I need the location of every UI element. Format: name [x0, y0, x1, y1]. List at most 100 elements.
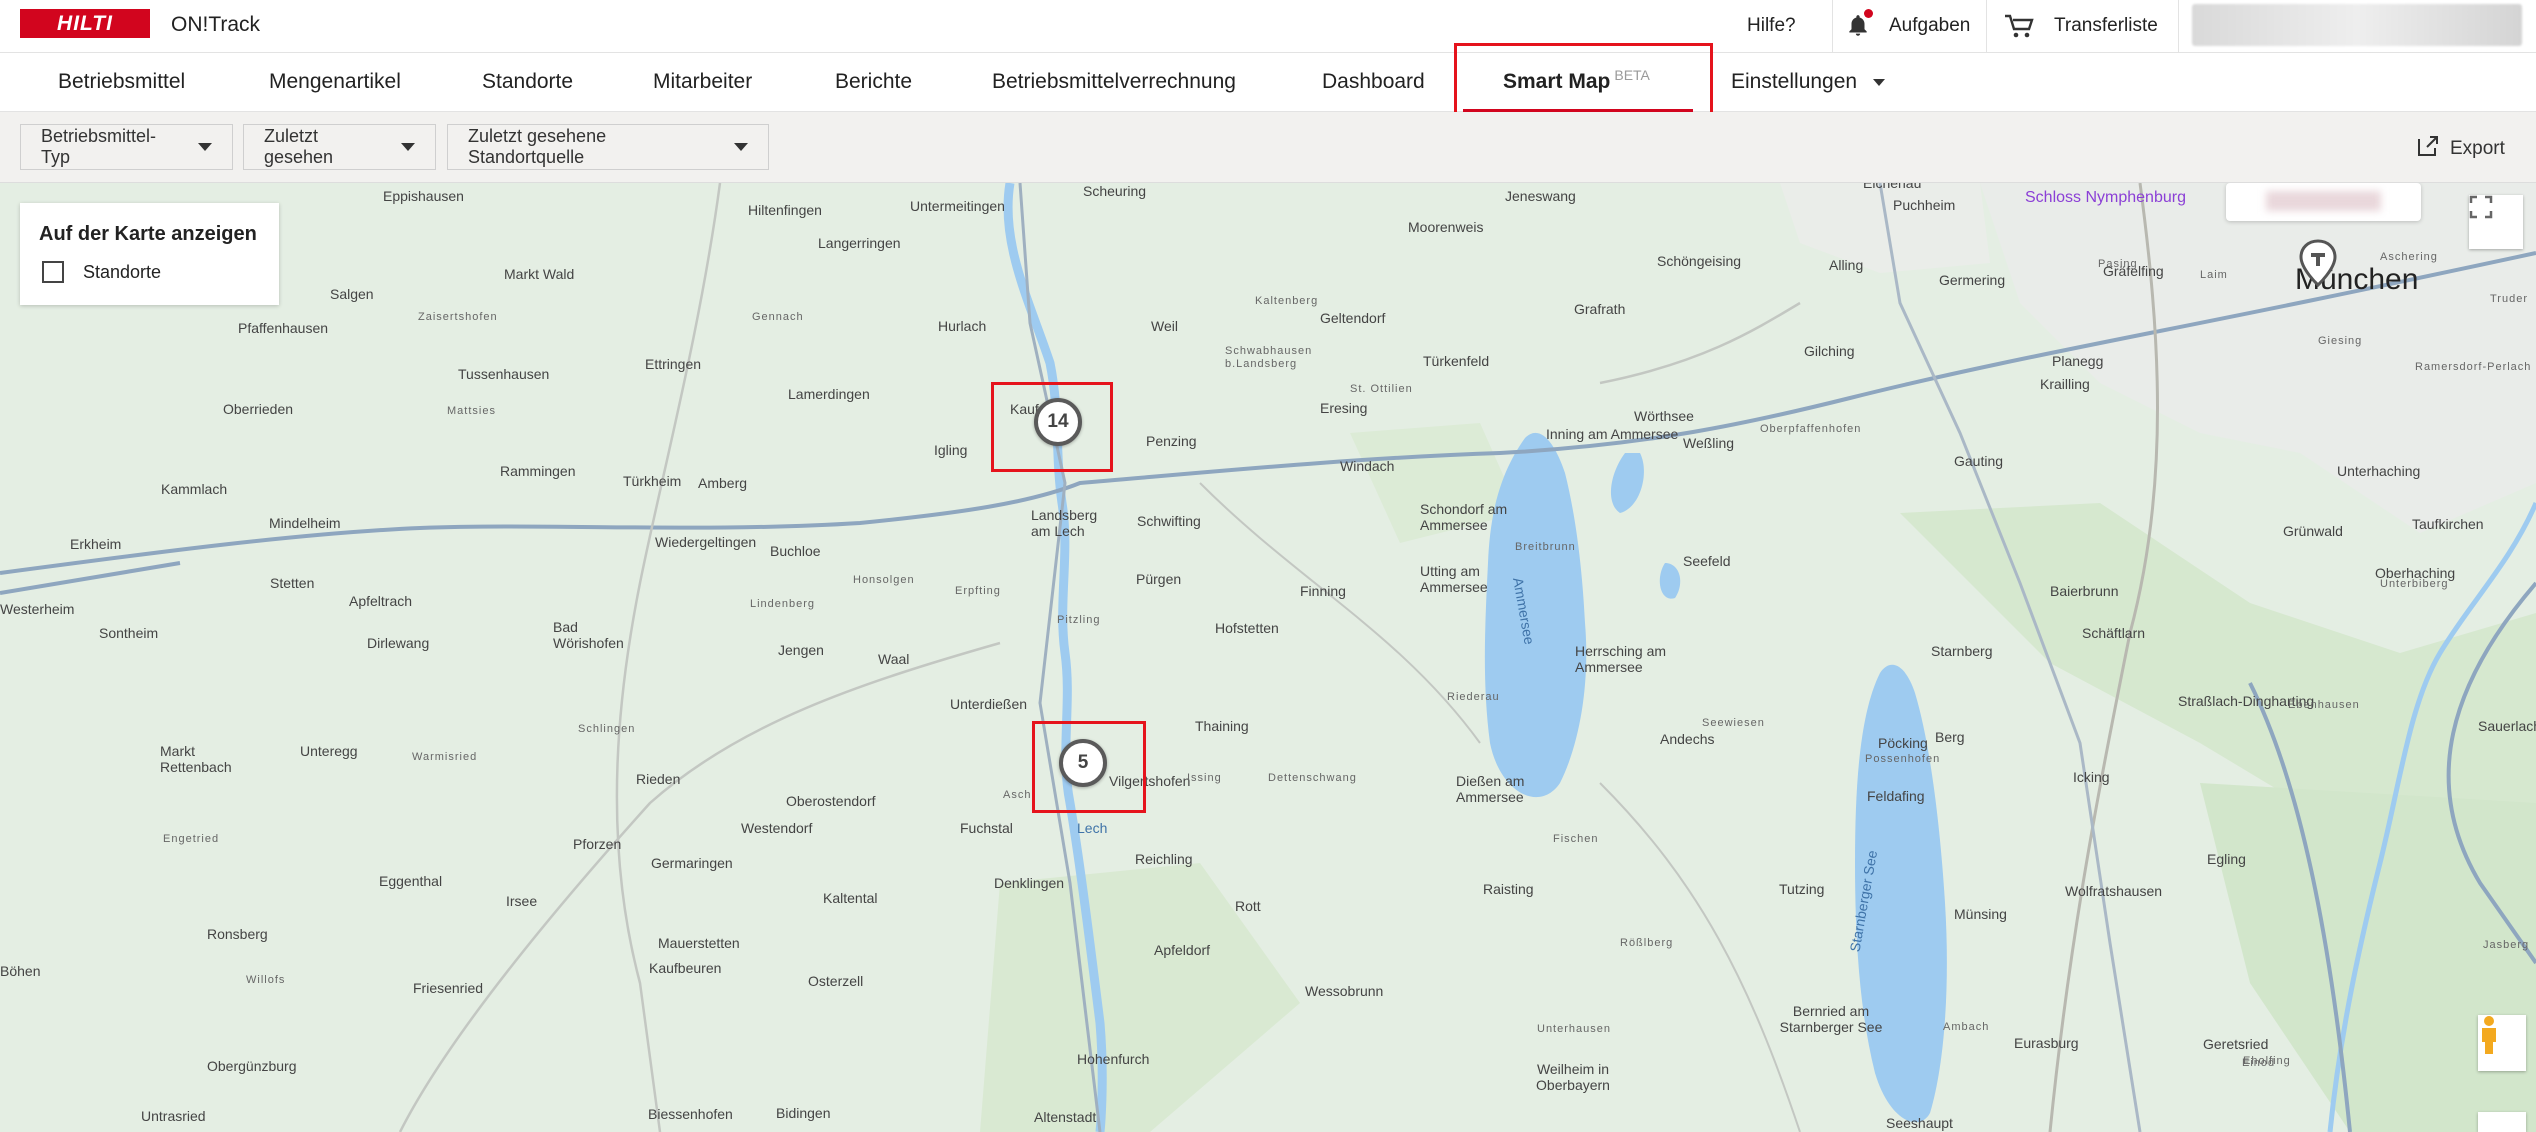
map-label: Dießen am Ammersee: [1456, 773, 1525, 805]
map-label: Rieden: [636, 771, 681, 787]
map-district-label: Giesing: [2318, 335, 2363, 347]
map-label: Taufkirchen: [2412, 516, 2484, 532]
user-profile-avatar[interactable]: [2192, 4, 2522, 46]
hilti-logo[interactable]: HILTI: [20, 9, 150, 38]
tasks-button[interactable]: Aufgaben: [1845, 0, 1970, 52]
transfer-label: Transferliste: [2054, 15, 2158, 36]
map-label: Unterhaching: [2337, 463, 2421, 479]
map-label: Berg: [1935, 729, 1965, 745]
map-canvas[interactable]: Eppishausen Hiltenfingen Untermeitingen …: [0, 183, 2536, 1132]
map-label: Gilching: [1804, 343, 1855, 359]
map-district-label: Issing: [1187, 772, 1222, 784]
nav-einstellungen[interactable]: Einstellungen: [1731, 53, 1886, 111]
map-district-label: Einod: [2242, 1057, 2276, 1069]
highlight-box-cluster: [991, 382, 1113, 472]
map-label: Germaringen: [651, 855, 733, 871]
filter-location-source-label: Zuletzt gesehene Standortquelle: [468, 126, 607, 167]
map-label: Landsberg am Lech: [1031, 507, 1098, 539]
filter-last-seen[interactable]: Zuletzt gesehen: [243, 124, 436, 170]
map-label: Fuchstal: [960, 820, 1013, 836]
map-label: Finning: [1300, 583, 1346, 599]
map-label: Denklingen: [994, 875, 1065, 891]
map-district-label: Unterbiberg: [2380, 578, 2449, 590]
map-label: Seefeld: [1683, 553, 1731, 569]
map-label: Eresing: [1320, 400, 1368, 416]
highlight-box-cluster: [1032, 721, 1146, 813]
map-label: Moorenweis: [1408, 219, 1484, 235]
map-label: Wolfratshausen: [2065, 883, 2163, 899]
map-label: Schäftlarn: [2082, 625, 2146, 641]
standorte-checkbox[interactable]: [42, 261, 64, 283]
map-label: Gräfelfing: [2103, 263, 2164, 279]
map-label: Apfeltrach: [349, 593, 413, 609]
help-link[interactable]: Hilfe?: [1747, 0, 1796, 52]
map-district-label: Aschering: [2380, 251, 2438, 263]
nav-standorte[interactable]: Standorte: [482, 53, 573, 111]
map-district-label: Willofs: [246, 974, 286, 986]
map-label: Andechs: [1660, 731, 1715, 747]
map-district-label: Kaltenberg: [1255, 295, 1319, 307]
map-label: Herrsching am Ammersee: [1575, 643, 1667, 675]
map-label: Buchloe: [770, 543, 821, 559]
caret-down-icon: [734, 143, 748, 151]
transfer-list-button[interactable]: Transferliste: [2004, 0, 2158, 52]
street-view-button[interactable]: [2478, 1015, 2526, 1071]
map-poi-label[interactable]: Schloss Nymphenburg: [2025, 189, 2186, 207]
logo-text: HILTI: [57, 11, 113, 35]
settings-label: Einstellungen: [1731, 70, 1858, 93]
map-label: Seeshaupt: [1886, 1115, 1953, 1131]
zoom-in-button[interactable]: [2478, 1112, 2526, 1132]
map-label: Münsing: [1954, 906, 2007, 922]
map-district-label: Lindenberg: [750, 598, 816, 610]
nav-betriebsmittel[interactable]: Betriebsmittel: [58, 53, 185, 111]
export-button[interactable]: Export: [2416, 134, 2505, 164]
map-label: Waal: [878, 651, 910, 667]
nav-dashboard[interactable]: Dashboard: [1322, 53, 1425, 111]
map-label: Böhen: [0, 963, 41, 979]
export-icon: [2416, 134, 2440, 164]
map-district-label: Possenhofen: [1865, 753, 1941, 765]
nav-betriebsmittelverrechnung[interactable]: Betriebsmittelverrechnung: [992, 53, 1236, 111]
nav-berichte[interactable]: Berichte: [835, 53, 912, 111]
map-district-label: Asch: [1003, 789, 1032, 801]
filter-location-source[interactable]: Zuletzt gesehene Standortquelle: [447, 124, 769, 170]
map-district-label: Gennach: [752, 311, 804, 323]
map-district-label: Warmisried: [412, 751, 478, 763]
map-district-label: Unterhausen: [1537, 1023, 1611, 1035]
map-label: Pforzen: [573, 836, 622, 852]
map-district-label: Ramersdorf-Perlach: [2415, 361, 2532, 373]
nav-mengenartikel[interactable]: Mengenartikel: [269, 53, 401, 111]
map-label: Pfaffenhausen: [238, 320, 329, 336]
map-label: Starnberg: [1931, 643, 1993, 659]
map-district-label: Seewiesen: [1702, 717, 1765, 729]
notification-dot: [1864, 9, 1873, 18]
location-pin-icon[interactable]: [2298, 239, 2338, 287]
nav-mitarbeiter[interactable]: Mitarbeiter: [653, 53, 752, 111]
map-label: Unterdießen: [950, 696, 1028, 712]
map-label: Penzing: [1146, 433, 1197, 449]
map-label: Biessenhofen: [648, 1106, 733, 1122]
map-district-label: Schwabhausen b.Landsberg: [1225, 345, 1313, 370]
map-district-label: Honsolgen: [853, 574, 915, 586]
filter-asset-type[interactable]: Betriebsmittel-Typ: [20, 124, 233, 170]
caret-down-icon: [401, 143, 415, 151]
caret-down-icon: [198, 143, 212, 151]
map-label: Jengen: [778, 642, 824, 658]
map-layers-panel: Auf der Karte anzeigen Standorte: [20, 203, 279, 305]
map-label: Kaufbeuren: [649, 960, 722, 976]
map-label: Rott: [1235, 898, 1261, 914]
marker-info-popup[interactable]: [2226, 183, 2421, 221]
map-district-label: St. Ottilien: [1350, 383, 1413, 395]
standorte-checkbox-label[interactable]: Standorte: [83, 262, 161, 283]
filter-last-seen-label: Zuletzt gesehen: [264, 126, 334, 167]
map-layers-title: Auf der Karte anzeigen: [39, 223, 257, 245]
map-label: Eggenthal: [379, 873, 443, 889]
map-label: Hurlach: [938, 318, 987, 334]
fullscreen-button[interactable]: [2469, 195, 2523, 249]
map-label: Hohenfurch: [1077, 1051, 1150, 1067]
map-district-label: Zaisertshofen: [418, 311, 498, 323]
map-district-label: Engetried: [163, 833, 220, 845]
map-label: Rammingen: [500, 463, 576, 479]
map-label: Apfeldorf: [1154, 942, 1211, 958]
map-label: Egling: [2207, 851, 2246, 867]
